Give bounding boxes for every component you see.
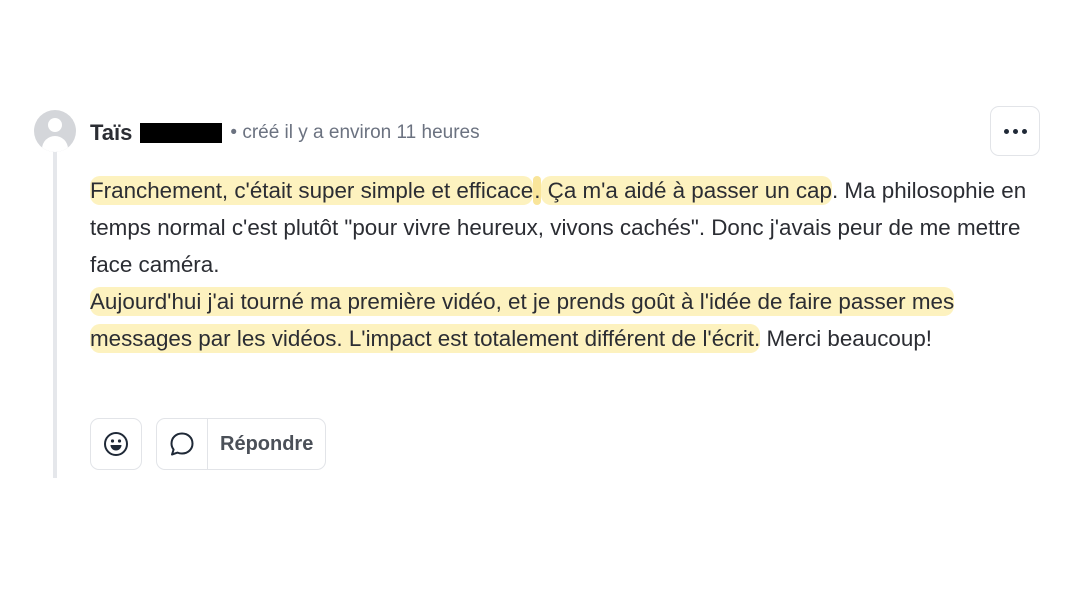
add-reaction-button[interactable]: [90, 418, 142, 470]
comment-paragraph: Franchement, c'était super simple et eff…: [90, 172, 1050, 283]
highlighted-text: Franchement, c'était super simple et eff…: [90, 176, 534, 205]
reply-button-label: Répondre: [220, 432, 314, 455]
comment-text: Merci beaucoup!: [760, 326, 932, 351]
thread-line: [53, 150, 57, 478]
speech-bubble-icon: [170, 432, 194, 456]
comment-actions: Répondre: [90, 418, 327, 470]
comment-body: Franchement, c'était super simple et eff…: [90, 172, 1050, 357]
reply-button[interactable]: Répondre: [156, 418, 327, 470]
redacted-surname: [140, 123, 223, 143]
more-horizontal-icon-dot: [1012, 128, 1018, 134]
reply-icon-cell: [157, 419, 208, 469]
comment-paragraph: Aujourd'hui j'ai tourné ma première vidé…: [90, 283, 1050, 357]
emoji-smile-icon: [104, 432, 128, 456]
more-horizontal-icon-dot: [1021, 128, 1027, 134]
highlighted-text: Ça m'a aidé à passer un cap: [541, 176, 832, 205]
avatar-body-shape: [42, 136, 68, 152]
more-options-button[interactable]: [990, 106, 1040, 156]
avatar-head-shape: [48, 118, 62, 132]
more-horizontal-icon: [1003, 128, 1009, 134]
comment-page: Taïs • créé il y a environ 11 heures Fra…: [0, 0, 1080, 593]
comment-header: Taïs • créé il y a environ 11 heures: [90, 118, 480, 148]
author-name[interactable]: Taïs: [90, 120, 132, 146]
comment-timestamp: • créé il y a environ 11 heures: [230, 122, 480, 143]
avatar[interactable]: [34, 110, 76, 152]
